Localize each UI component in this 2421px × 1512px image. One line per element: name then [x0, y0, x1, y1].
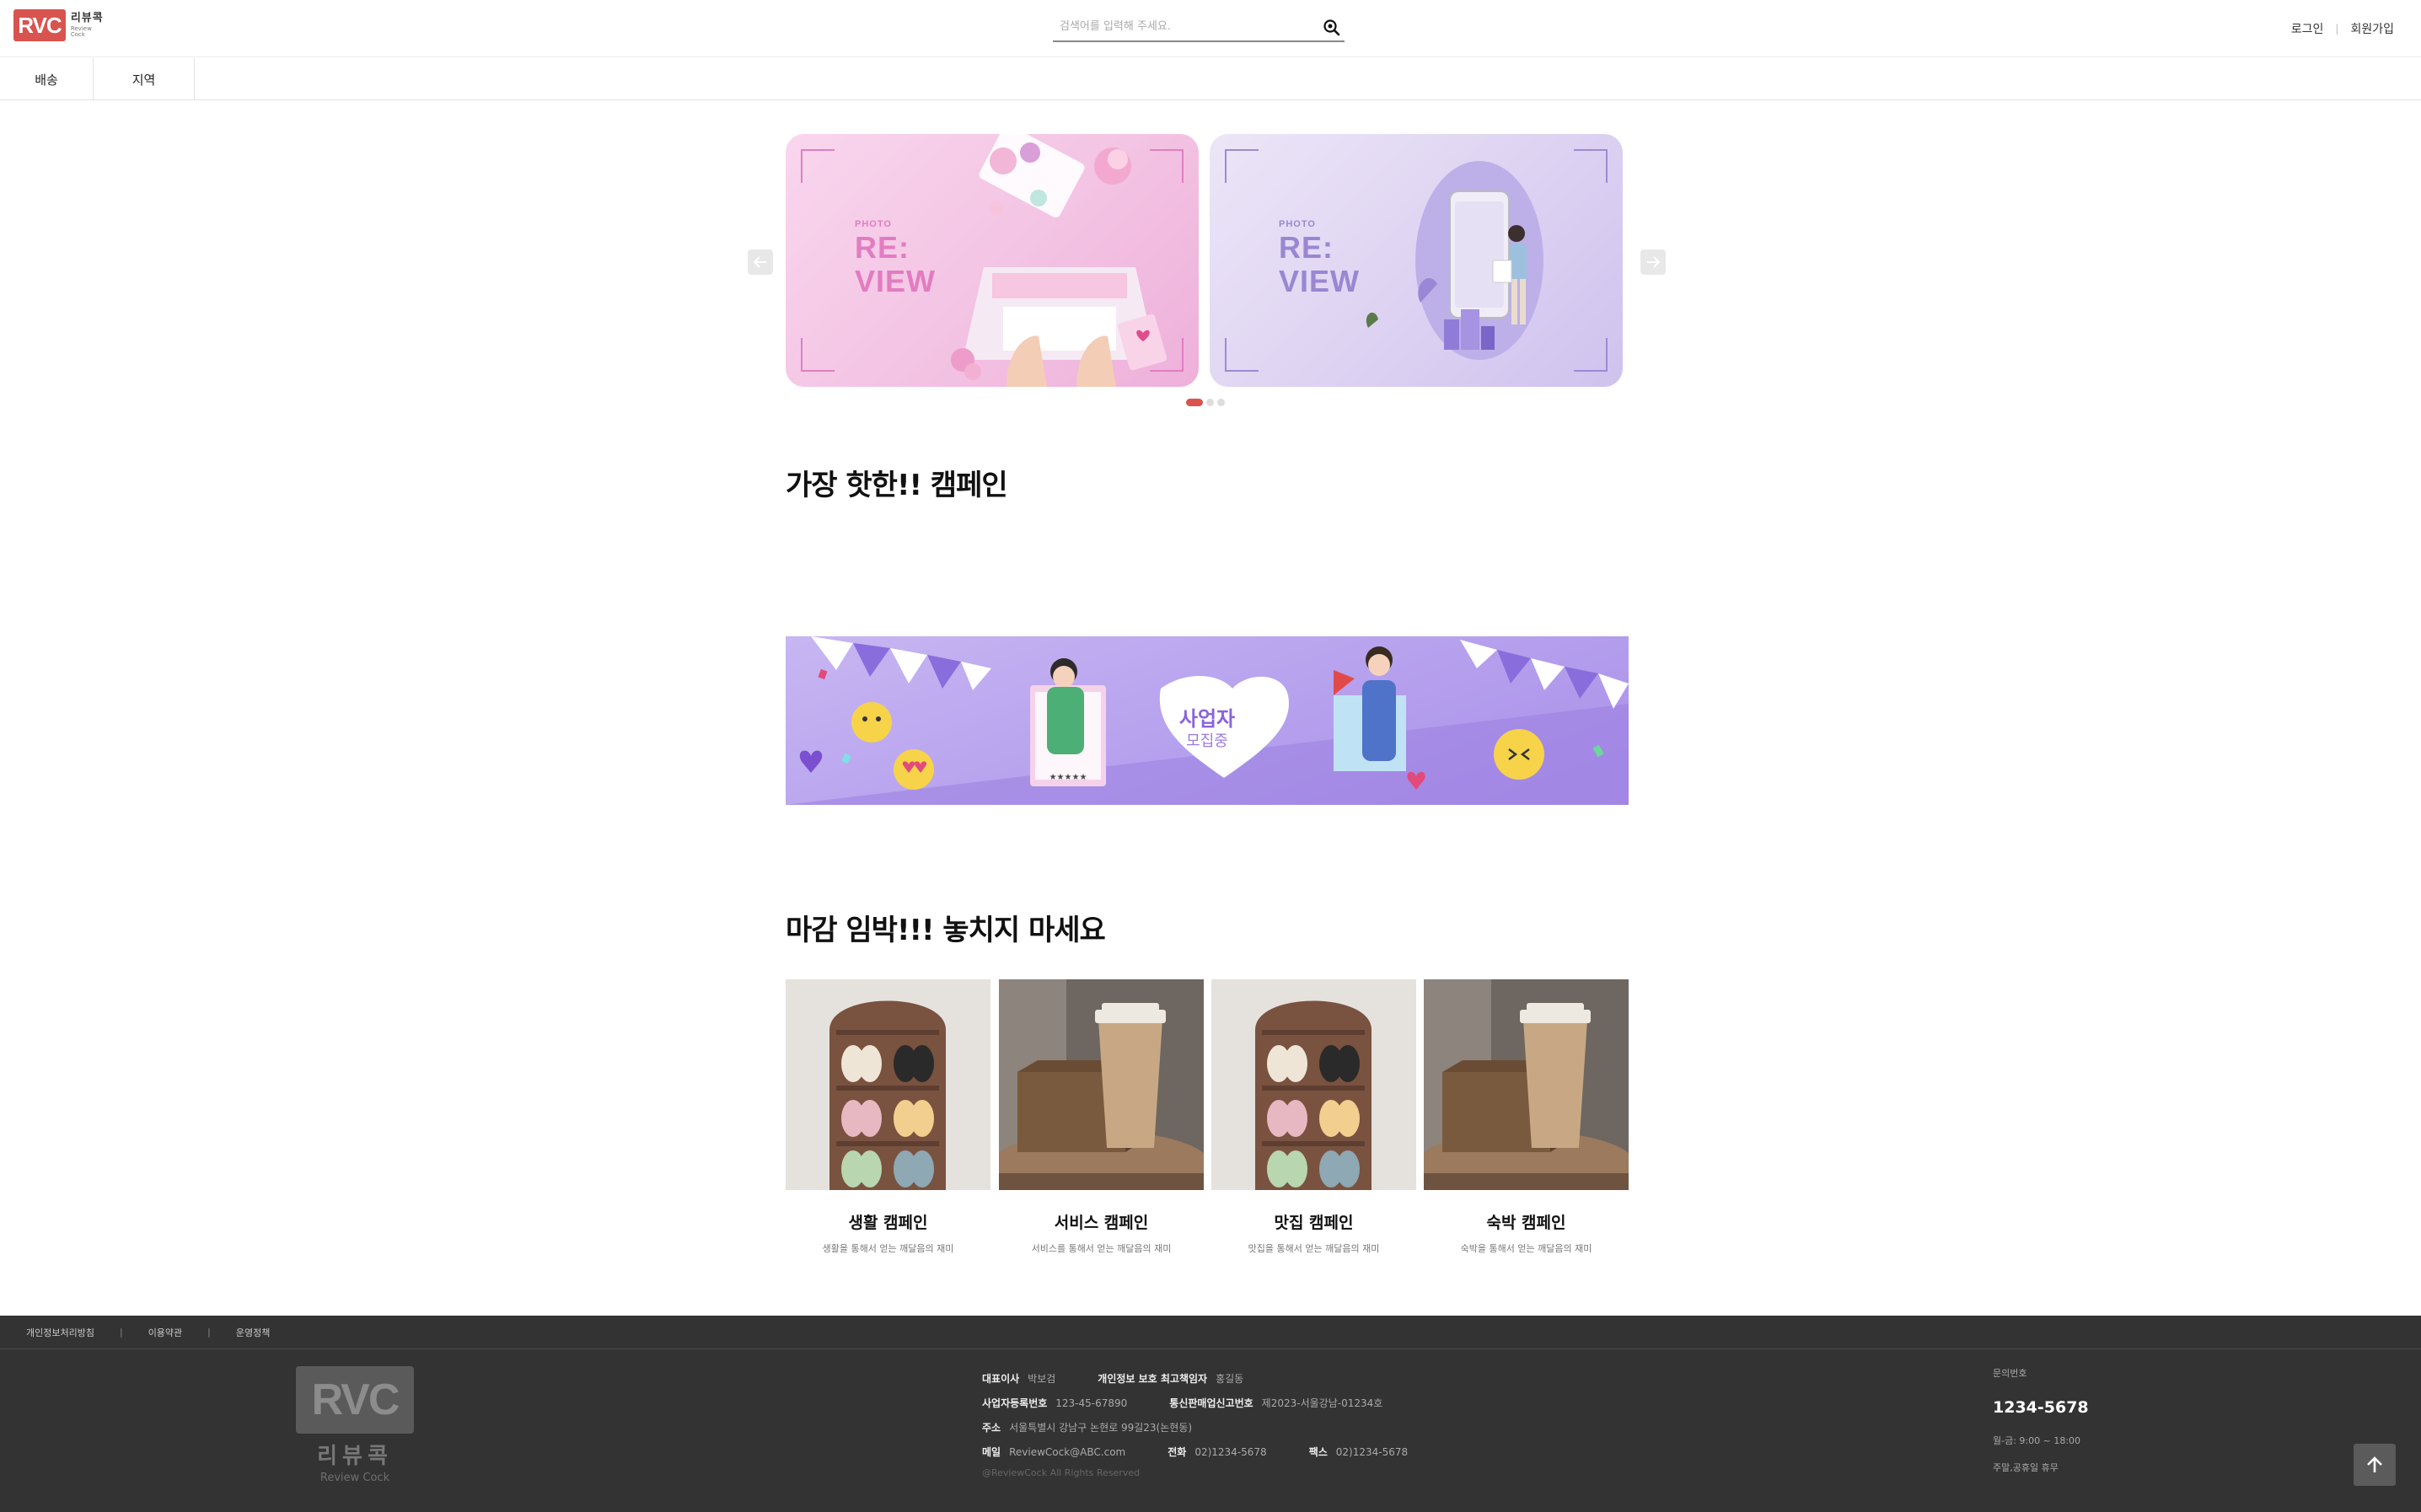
- holiday-notice: 주말,공휴일 휴무: [1993, 1462, 2059, 1473]
- carousel-slide[interactable]: PHOTO RE: VIEW: [1210, 134, 1623, 387]
- campaign-card-title: 서비스 캠페인: [1054, 1214, 1149, 1232]
- nav-item-region[interactable]: 지역: [94, 58, 195, 100]
- footer-logo: RVC 리뷰콕 Review Cock: [296, 1366, 414, 1484]
- contact-phone: 1234-5678: [1993, 1398, 2089, 1417]
- carousel-dot[interactable]: [1206, 399, 1214, 406]
- nav-item-delivery[interactable]: 배송: [0, 58, 94, 100]
- privacy-policy-link[interactable]: 개인정보처리방침: [26, 1326, 94, 1339]
- company-fax: 02)1234-5678: [1335, 1445, 1409, 1458]
- footer-logo-mark: RVC: [296, 1366, 414, 1434]
- terms-link[interactable]: 이용약관: [148, 1326, 182, 1339]
- carousel-dot[interactable]: [1217, 399, 1225, 406]
- privacy-officer: 홍길동: [1216, 1372, 1244, 1385]
- campaign-card-desc: 숙박을 통해서 얻는 깨달음의 재미: [1460, 1243, 1592, 1254]
- campaign-card[interactable]: 생활 캠페인 생활을 통해서 얻는 깨달음의 재미: [786, 979, 990, 1255]
- arrow-up-icon: [2367, 1456, 2382, 1472]
- hot-campaign-title: 가장 핫한!! 캠페인: [786, 469, 1008, 502]
- logo-name-en: Review Cock: [70, 25, 92, 38]
- shopping-illustration: [1366, 161, 1543, 360]
- carousel-dot[interactable]: [1186, 399, 1203, 406]
- arrow-left-icon: [754, 256, 766, 268]
- search-icon[interactable]: [1323, 19, 1341, 37]
- site-logo[interactable]: RVC 리뷰콕 Review Cock: [13, 8, 108, 42]
- business-recruit-banner[interactable]: 사업자 모집중 ★★★★★: [786, 636, 1629, 805]
- campaign-card-title: 숙박 캠페인: [1486, 1214, 1566, 1232]
- carousel-next-button[interactable]: [1640, 249, 1666, 275]
- signup-link[interactable]: 회원가입: [2350, 20, 2394, 37]
- category-nav: 배송 지역: [0, 58, 2421, 100]
- campaign-card-desc: 생활을 통해서 얻는 깨달음의 재미: [822, 1243, 954, 1254]
- laptop-illustration: [951, 134, 1168, 387]
- search-input[interactable]: [1060, 17, 1312, 35]
- business-number: 123-45-67890: [1055, 1397, 1128, 1409]
- arrow-right-icon: [1647, 256, 1660, 268]
- scroll-top-button[interactable]: [2354, 1444, 2396, 1486]
- recruit-badge: 사업자 모집중: [1178, 707, 1236, 750]
- rating-stars: ★★★★★: [1049, 773, 1087, 782]
- logo-mark: RVC: [13, 9, 66, 41]
- contact-info: 문의번호 1234-5678 월-금: 9:00 ~ 18:00 주말,공휴일 …: [1993, 1368, 2089, 1473]
- login-link[interactable]: 로그인: [2291, 20, 2324, 37]
- footer-logo-name-ko: 리뷰콕: [317, 1444, 393, 1469]
- footer-links: 개인정보처리방침 | 이용약관 | 운영정책: [0, 1316, 2421, 1349]
- footer-logo-name-en: Review Cock: [319, 1472, 390, 1484]
- business-hours: 월-금: 9:00 ~ 18:00: [1993, 1435, 2081, 1446]
- campaign-card[interactable]: 맛집 캠페인 맛집을 통해서 얻는 깨달음의 재미: [1211, 979, 1416, 1255]
- company-address: 서울특별시 강남구 논현로 99길23(논현동): [1009, 1421, 1193, 1434]
- company-info: 대표이사 박보검 개인정보 보호 최고책임자 홍길동 사업자등록번호 123-4…: [982, 1366, 1450, 1481]
- company-email: ReviewCock@ABC.com: [1009, 1445, 1126, 1458]
- auth-links: 로그인 | 회원가입: [2291, 20, 2394, 37]
- carousel-slide[interactable]: PHOTO RE: VIEW: [786, 134, 1199, 387]
- auth-divider: |: [2335, 23, 2339, 35]
- campaign-card-desc: 맛집을 통해서 얻는 깨달음의 재미: [1248, 1243, 1380, 1254]
- campaign-thumbnail: [786, 979, 990, 1190]
- deadline-campaign-title: 마감 임박!!! 놓치지 마세요: [786, 914, 1106, 947]
- copyright: @ReviewCock All Rights Reserved: [982, 1466, 1141, 1478]
- campaign-card[interactable]: 숙박 캠페인 숙박을 통해서 얻는 깨달음의 재미: [1424, 979, 1629, 1255]
- carousel-pagination: [1186, 399, 1225, 406]
- campaign-thumbnail: [1424, 979, 1629, 1190]
- mail-order-number: 제2023-서울강남-01234호: [1261, 1397, 1383, 1409]
- site-footer: 개인정보처리방침 | 이용약관 | 운영정책 RVC 리뷰콕 Review Co…: [0, 1316, 2421, 1512]
- campaign-card-title: 생활 캠페인: [848, 1214, 928, 1232]
- site-header: RVC 리뷰콕 Review Cock 로그인 | 회원가입: [0, 0, 2421, 57]
- operation-policy-link[interactable]: 운영정책: [236, 1326, 270, 1339]
- carousel-prev-button[interactable]: [748, 249, 773, 275]
- logo-name-ko: 리뷰콕: [70, 12, 104, 24]
- campaign-thumbnail: [1211, 979, 1416, 1190]
- company-tel: 02)1234-5678: [1194, 1445, 1267, 1458]
- campaign-thumbnail: [999, 979, 1204, 1190]
- campaign-card[interactable]: 서비스 캠페인 서비스를 통해서 얻는 깨달음의 재미: [999, 979, 1204, 1255]
- campaign-card-title: 맛집 캠페인: [1274, 1214, 1354, 1232]
- ceo-name: 박보검: [1028, 1372, 1056, 1385]
- search-bar: [1053, 12, 1345, 42]
- campaign-card-desc: 서비스를 통해서 얻는 깨달음의 재미: [1031, 1243, 1172, 1254]
